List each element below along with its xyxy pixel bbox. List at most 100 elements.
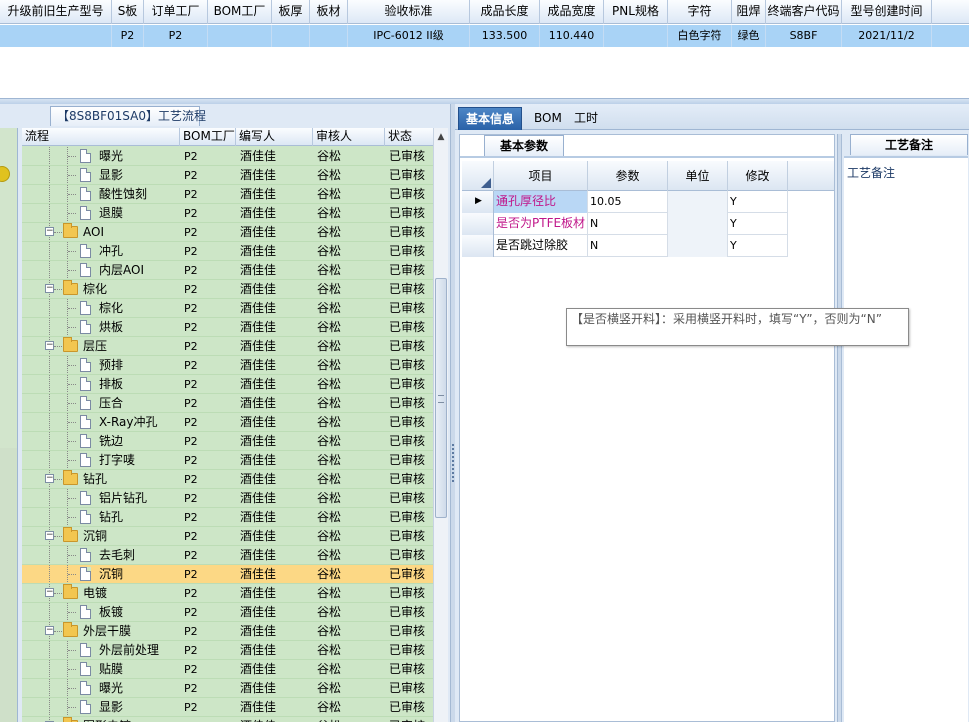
author-cell[interactable]: 酒佳佳 <box>240 166 276 185</box>
reviewer-cell[interactable]: 谷松 <box>317 641 341 660</box>
tab-basic-params[interactable]: 基本参数 <box>484 135 564 156</box>
tree-step-row[interactable]: 内层AOI P2 酒佳佳 谷松 已审核 <box>22 261 433 280</box>
author-cell[interactable]: 酒佳佳 <box>240 603 276 622</box>
status-cell[interactable]: 已审核 <box>389 356 425 375</box>
bom-factory-cell[interactable]: P2 <box>184 242 198 261</box>
grid-cell[interactable] <box>0 25 112 47</box>
tab-process-remarks[interactable]: 工艺备注 <box>850 134 968 155</box>
process-name-cell[interactable]: − 外层干膜 <box>22 622 180 641</box>
bom-factory-cell[interactable]: P2 <box>184 375 198 394</box>
grid-cell[interactable]: 133.500 <box>470 25 540 47</box>
status-cell[interactable]: 已审核 <box>389 565 425 584</box>
bom-factory-cell[interactable]: P2 <box>184 337 198 356</box>
process-name-cell[interactable]: 外层前处理 <box>22 641 180 660</box>
bom-factory-cell[interactable]: P2 <box>184 508 198 527</box>
grid-cell[interactable] <box>310 25 348 47</box>
column-header-status[interactable]: 状态 <box>385 128 433 146</box>
column-header-item[interactable]: 项目 <box>494 161 588 191</box>
param-value[interactable]: N <box>588 213 668 235</box>
collapse-toggle-icon[interactable]: − <box>45 474 54 483</box>
author-cell[interactable]: 酒佳佳 <box>240 375 276 394</box>
tree-step-row[interactable]: 外层前处理 P2 酒佳佳 谷松 已审核 <box>22 641 433 660</box>
param-unit[interactable] <box>668 235 728 257</box>
author-cell[interactable]: 酒佳佳 <box>240 204 276 223</box>
process-name-cell[interactable]: − 棕化 <box>22 280 180 299</box>
bom-factory-cell[interactable]: P2 <box>184 166 198 185</box>
collapse-toggle-icon[interactable]: − <box>45 341 54 350</box>
status-cell[interactable]: 已审核 <box>389 185 425 204</box>
reviewer-cell[interactable]: 谷松 <box>317 394 341 413</box>
author-cell[interactable]: 酒佳佳 <box>240 489 276 508</box>
bom-factory-cell[interactable]: P2 <box>184 147 198 166</box>
reviewer-cell[interactable]: 谷松 <box>317 166 341 185</box>
process-name-cell[interactable]: 打字唛 <box>22 451 180 470</box>
process-name-cell[interactable]: 显影 <box>22 166 180 185</box>
grid-cell[interactable]: 白色字符 <box>668 25 732 47</box>
collapse-toggle-icon[interactable]: − <box>45 531 54 540</box>
reviewer-cell[interactable]: 谷松 <box>317 470 341 489</box>
column-header[interactable]: 升级前旧生产型号 <box>0 0 112 24</box>
reviewer-cell[interactable]: 谷松 <box>317 565 341 584</box>
author-cell[interactable]: 酒佳佳 <box>240 584 276 603</box>
grid-cell[interactable] <box>604 25 668 47</box>
status-cell[interactable]: 已审核 <box>389 470 425 489</box>
reviewer-cell[interactable]: 谷松 <box>317 432 341 451</box>
tree-step-row[interactable]: 曝光 P2 酒佳佳 谷松 已审核 <box>22 679 433 698</box>
process-name-cell[interactable]: 去毛刺 <box>22 546 180 565</box>
tree-step-row[interactable]: X-Ray冲孔 P2 酒佳佳 谷松 已审核 <box>22 413 433 432</box>
author-cell[interactable]: 酒佳佳 <box>240 432 276 451</box>
process-name-cell[interactable]: 贴膜 <box>22 660 180 679</box>
author-cell[interactable]: 酒佳佳 <box>240 660 276 679</box>
author-cell[interactable]: 酒佳佳 <box>240 451 276 470</box>
column-header[interactable]: 终端客户代码 <box>766 0 842 24</box>
param-modify-flag[interactable]: Y <box>728 235 788 257</box>
grid-cell[interactable] <box>272 25 310 47</box>
bom-factory-cell[interactable]: P2 <box>184 660 198 679</box>
author-cell[interactable]: 酒佳佳 <box>240 299 276 318</box>
status-cell[interactable]: 已审核 <box>389 679 425 698</box>
process-flow-tab[interactable]: 【8S8BF01SA0】工艺流程 <box>50 106 206 126</box>
param-item-name[interactable]: 通孔厚径比 <box>494 191 588 213</box>
author-cell[interactable]: 酒佳佳 <box>240 698 276 717</box>
status-cell[interactable]: 已审核 <box>389 527 425 546</box>
reviewer-cell[interactable]: 谷松 <box>317 451 341 470</box>
bom-factory-cell[interactable]: P2 <box>184 413 198 432</box>
grid-cell[interactable]: P2 <box>144 25 208 47</box>
bom-factory-cell[interactable]: P2 <box>184 394 198 413</box>
bom-factory-cell[interactable]: P2 <box>184 565 198 584</box>
param-unit[interactable] <box>668 213 728 235</box>
param-value[interactable]: N <box>588 235 668 257</box>
reviewer-cell[interactable]: 谷松 <box>317 717 341 722</box>
status-cell[interactable]: 已审核 <box>389 299 425 318</box>
bom-factory-cell[interactable]: P2 <box>184 489 198 508</box>
process-name-cell[interactable]: 棕化 <box>22 299 180 318</box>
status-cell[interactable]: 已审核 <box>389 622 425 641</box>
model-grid-row-selected[interactable]: P2 P2 IPC-6012 II级 133.500 110.440 白色字符 绿色 S8BF… <box>0 25 969 47</box>
tree-step-row[interactable]: 预排 P2 酒佳佳 谷松 已审核 <box>22 356 433 375</box>
column-header[interactable]: 阻焊 <box>732 0 766 24</box>
process-name-cell[interactable]: −图形电镀 <box>22 717 180 722</box>
tree-step-row[interactable]: 棕化 P2 酒佳佳 谷松 已审核 <box>22 299 433 318</box>
bom-factory-cell[interactable]: P2 <box>184 698 198 717</box>
reviewer-cell[interactable]: 谷松 <box>317 698 341 717</box>
tree-folder-row[interactable]: − 钻孔 P2 酒佳佳 谷松 已审核 <box>22 470 433 489</box>
param-unit[interactable] <box>668 191 728 213</box>
tree-step-row[interactable]: 冲孔 P2 酒佳佳 谷松 已审核 <box>22 242 433 261</box>
status-cell[interactable]: 已审核 <box>389 337 425 356</box>
tree-folder-row[interactable]: − 外层干膜 P2 酒佳佳 谷松 已审核 <box>22 622 433 641</box>
author-cell[interactable]: 酒佳佳 <box>240 394 276 413</box>
process-name-cell[interactable]: 显影 <box>22 698 180 717</box>
column-header[interactable]: 型号创建时间 <box>842 0 932 24</box>
bom-factory-cell[interactable]: P2 <box>184 679 198 698</box>
reviewer-cell[interactable]: 谷松 <box>317 489 341 508</box>
status-cell[interactable]: 已审核 <box>389 223 425 242</box>
collapsed-side-strip[interactable] <box>0 128 18 722</box>
author-cell[interactable]: 酒佳佳 <box>240 641 276 660</box>
bom-factory-cell[interactable]: P2 <box>184 223 198 242</box>
status-cell[interactable]: 已审核 <box>389 603 425 622</box>
reviewer-cell[interactable]: 谷松 <box>317 660 341 679</box>
bom-factory-cell[interactable]: P2 <box>184 527 198 546</box>
status-cell[interactable]: 已审核 <box>389 508 425 527</box>
tree-step-row[interactable]: 压合 P2 酒佳佳 谷松 已审核 <box>22 394 433 413</box>
column-header[interactable]: S板 <box>112 0 144 24</box>
